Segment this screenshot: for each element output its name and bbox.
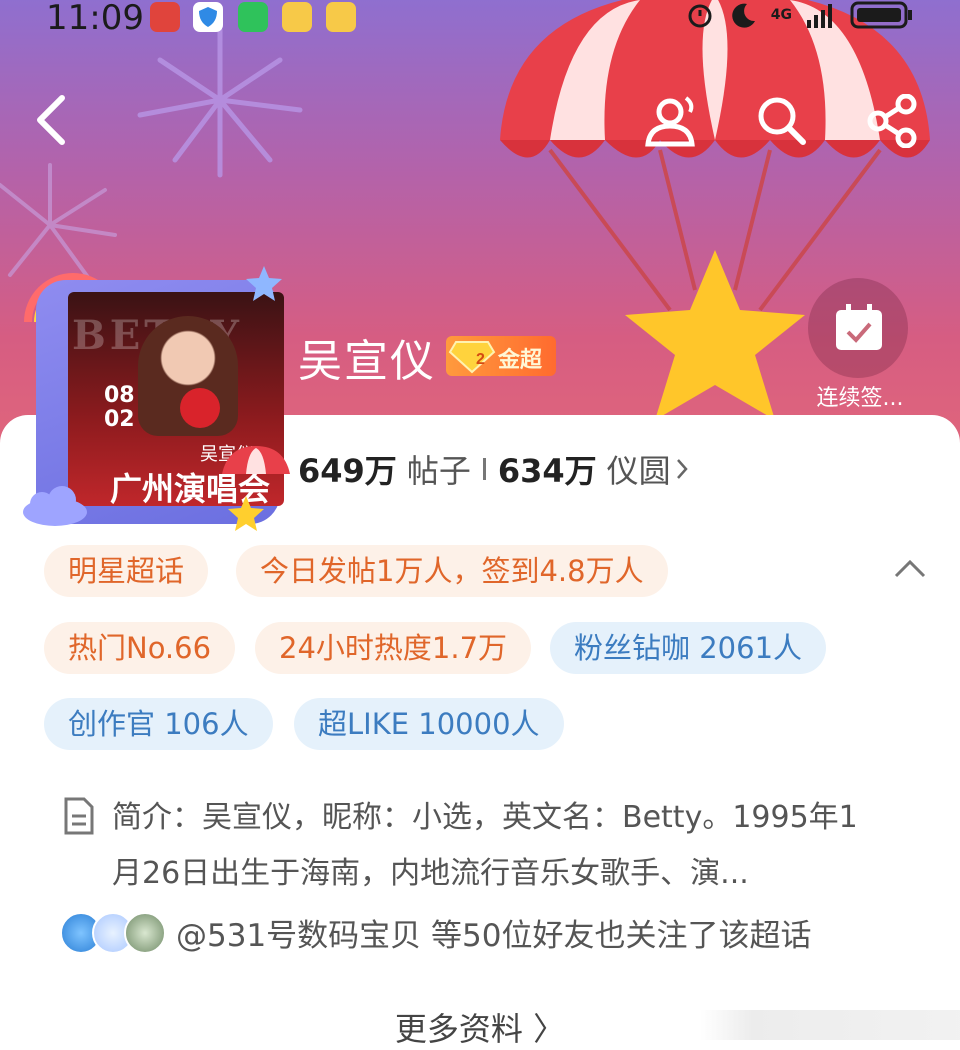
poster-rose bbox=[180, 388, 220, 428]
tag-star-topic[interactable]: 明星超话 bbox=[44, 545, 209, 597]
back-arrow-icon[interactable] bbox=[30, 92, 74, 148]
signal-icon bbox=[807, 4, 832, 28]
firework-decoration bbox=[137, 27, 303, 178]
cloud-decoration bbox=[23, 486, 87, 526]
share-icon[interactable] bbox=[866, 94, 920, 148]
network-type: 4G bbox=[770, 7, 792, 23]
search-icon[interactable] bbox=[755, 94, 809, 148]
tag-creators[interactable]: 创作官 106人 bbox=[44, 698, 273, 750]
wechat-icon bbox=[238, 2, 268, 32]
document-icon bbox=[64, 797, 94, 835]
status-bar: 11:09 4G bbox=[0, 0, 960, 38]
status-indicators: 4G bbox=[685, 0, 914, 30]
topic-title: 吴宣仪 bbox=[298, 336, 436, 387]
chevron-up-icon[interactable] bbox=[892, 556, 928, 580]
fans-count: 634万 bbox=[497, 452, 597, 490]
checkin-button[interactable] bbox=[808, 278, 908, 378]
tag-daily-activity[interactable]: 今日发帖1万人，签到4.8万人 bbox=[236, 545, 668, 597]
watermark-fade bbox=[700, 1010, 960, 1040]
topic-stats[interactable]: 649万 帖子 634万 仪圆 bbox=[298, 446, 689, 492]
friends-text: @531号数码宝贝 等50位好友也关注了该超话 bbox=[176, 918, 812, 954]
chevron-right-icon bbox=[676, 459, 688, 479]
checkin-label[interactable]: 连续签... bbox=[800, 380, 920, 412]
weibo-icon bbox=[326, 2, 356, 32]
tag-hot-rank[interactable]: 热门No.66 bbox=[44, 622, 236, 674]
security-app-icon bbox=[193, 2, 223, 32]
calendar-check-icon bbox=[836, 304, 882, 350]
tag-24h-heat[interactable]: 24小时热度1.7万 bbox=[255, 622, 532, 674]
alarm-icon bbox=[688, 4, 712, 28]
posts-count: 649万 bbox=[298, 452, 397, 490]
svg-text:2: 2 bbox=[476, 351, 485, 368]
posts-label: 帖子 bbox=[406, 452, 471, 490]
poster-date: 08 02 bbox=[104, 383, 135, 432]
diamond-icon: 2 bbox=[448, 341, 496, 374]
badge-label: 金超 bbox=[498, 348, 543, 373]
status-time: 11:09 bbox=[46, 0, 144, 38]
level-badge: 2 金超 bbox=[446, 336, 556, 376]
intro-text: 简介：吴宣仪，昵称：小选，英文名：Betty。1995年1月26日出生于海南，内… bbox=[112, 800, 858, 891]
star-decoration bbox=[246, 266, 282, 301]
fans-label: 仪圆 bbox=[606, 452, 671, 490]
stats-divider bbox=[482, 458, 486, 480]
user-follow-icon[interactable] bbox=[640, 92, 700, 148]
moon-icon bbox=[732, 3, 755, 28]
parachute-mini-decoration bbox=[222, 446, 290, 474]
weibo-icon bbox=[282, 2, 312, 32]
friend-avatar bbox=[124, 912, 166, 954]
tag-fan-diamond[interactable]: 粉丝钻咖 2061人 bbox=[550, 622, 827, 674]
topic-avatar[interactable]: BETTY 08 02 吴宣仪 广州演唱会 bbox=[18, 262, 298, 534]
tag-super-like[interactable]: 超LIKE 10000人 bbox=[294, 698, 564, 750]
app-notification-icon bbox=[150, 2, 180, 32]
battery-icon bbox=[850, 1, 912, 29]
star-decoration bbox=[228, 496, 264, 531]
